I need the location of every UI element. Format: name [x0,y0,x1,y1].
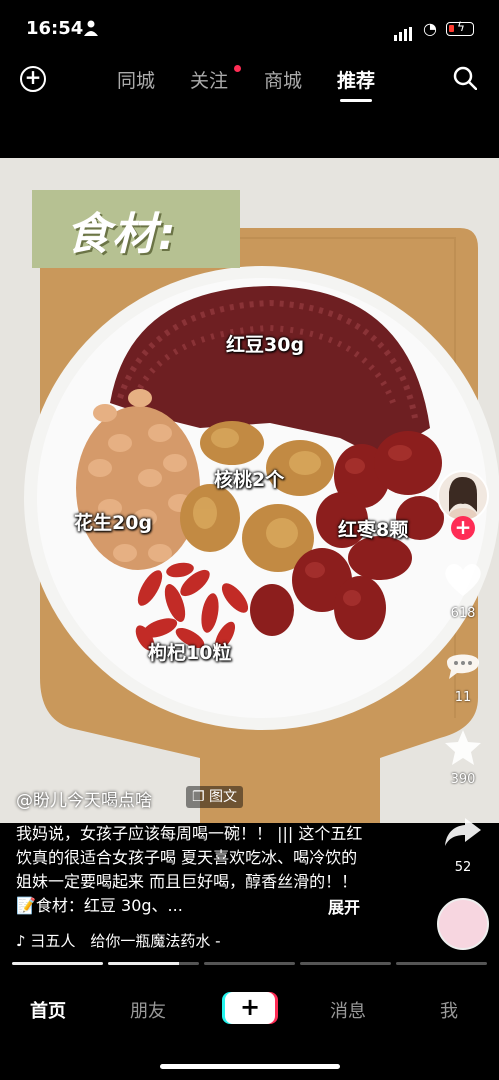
gallery-progress-5 [396,962,487,965]
label-walnut: 核桃2个 [214,469,285,491]
tab-recommend[interactable]: 推荐 [337,66,375,93]
author-name[interactable]: @盼儿今天喝点啥 [16,786,152,811]
nav-friends[interactable]: 朋友 [130,997,166,1023]
like-count: 618 [450,606,476,621]
active-tab-indicator [340,99,372,102]
star-icon[interactable] [441,728,485,766]
share-icon[interactable] [441,814,485,850]
overlay-title: 食材: [66,209,178,260]
avatar-image [449,476,477,520]
wifi-icon: ◔ [423,19,437,38]
music-info[interactable]: ♪ 彐五人 给你一瓶魔法药水 - [16,930,221,951]
label-peanut: 花生20g [74,512,153,534]
label-red-bean: 红豆30g [226,334,305,356]
status-bar: 16:54 ◔ ϟ [0,0,499,56]
add-icon[interactable]: + [20,66,46,92]
label-goji: 枸杞10粒 [148,642,232,664]
notification-dot [234,65,241,72]
gallery-progress-3 [204,962,295,965]
signal-icon [394,22,414,41]
status-time: 16:54 [26,18,84,39]
comment-count: 11 [454,690,472,705]
post-type-tag: ❐ 图文 [186,786,244,808]
post-type-label: 图文 [209,789,238,805]
tab-mall[interactable]: 商城 [264,66,302,93]
person-icon [84,20,98,36]
nav-messages[interactable]: 消息 [330,997,366,1023]
create-button[interactable]: + [225,992,275,1024]
follow-button[interactable]: + [451,516,475,540]
gallery-icon: ❐ [192,789,210,805]
gallery-progress-4 [300,962,391,965]
search-icon[interactable] [453,66,477,90]
gallery-progress-2 [108,962,199,965]
label-jujube: 红枣8颗 [338,519,409,541]
favorite-count: 390 [450,772,476,787]
gallery-progress-1 [12,962,103,965]
expand-link[interactable]: 展开 [328,894,360,918]
comment-icon[interactable] [441,646,485,682]
post-image[interactable]: 食材: 红豆30g 核桃2个 花生20g 红枣8颗 枸杞10粒 [0,158,499,823]
nav-me[interactable]: 我 [440,997,458,1023]
home-indicator [160,1064,340,1069]
nav-home[interactable]: 首页 [30,997,66,1023]
battery-icon: ϟ [446,20,474,36]
share-count: 52 [454,860,472,875]
heart-icon[interactable] [441,560,485,598]
tab-following[interactable]: 关注 [190,66,228,93]
music-disc-icon[interactable] [437,898,489,950]
tab-nearby[interactable]: 同城 [117,66,155,93]
post-caption[interactable]: 我妈说，女孩子应该每周喝一碗！！ ||| 这个五红饮真的很适合女孩子喝 夏天喜欢… [16,822,366,918]
